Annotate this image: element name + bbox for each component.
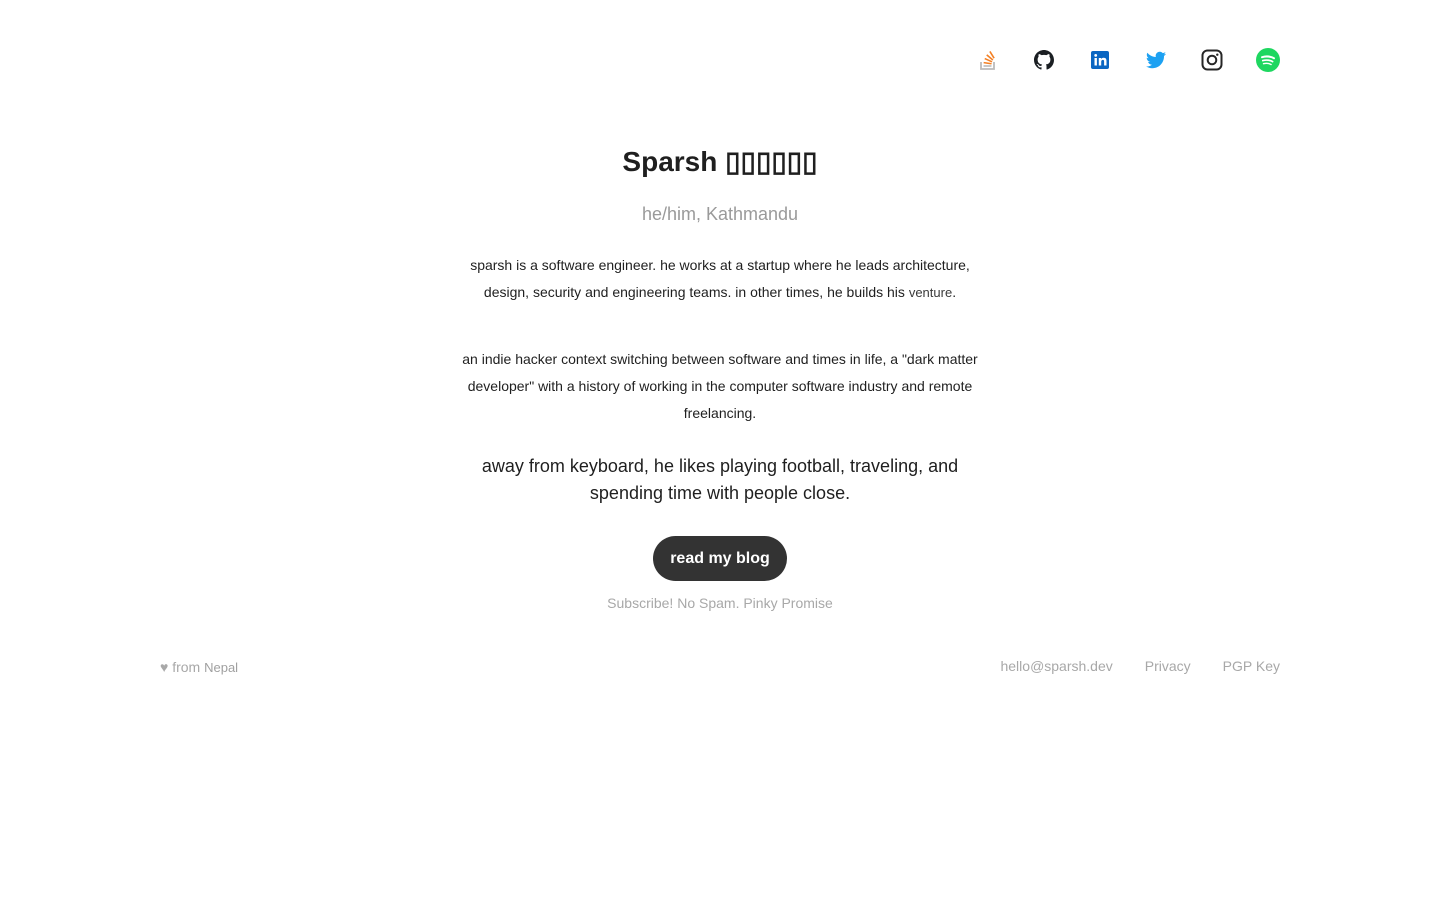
bio-paragraph-2: an indie hacker context switching betwee… (462, 351, 978, 421)
github-link[interactable] (1032, 48, 1056, 72)
page-title: Sparsh ▯▯▯▯▯▯ (622, 146, 818, 177)
from-label: from (168, 659, 205, 675)
pronouns-location: he/him, Kathmandu (641, 204, 799, 224)
footer-links: hello@sparsh.dev Privacy PGP Key (1000, 658, 1280, 674)
afk-paragraph: away from keyboard, he likes playing foo… (481, 456, 959, 503)
instagram-link[interactable] (1200, 48, 1224, 72)
spotify-icon (1256, 48, 1280, 72)
twitter-link[interactable] (1144, 48, 1168, 72)
bio-text-1: sparsh is a software engineer. he works … (470, 257, 970, 300)
nepal-link[interactable]: Nepal (204, 660, 238, 675)
github-icon (1034, 50, 1054, 70)
pgp-key-link[interactable]: PGP Key (1223, 658, 1280, 674)
venture-link[interactable]: venture (909, 285, 952, 300)
twitter-icon (1146, 51, 1166, 69)
linkedin-link[interactable] (1088, 48, 1112, 72)
spotify-link[interactable] (1256, 48, 1280, 72)
privacy-link[interactable]: Privacy (1145, 658, 1191, 674)
social-links-bar (976, 48, 1280, 72)
subscribe-link[interactable]: Subscribe! No Spam. Pinky Promise (0, 595, 1440, 611)
read-blog-button[interactable]: read my blog (653, 536, 787, 581)
main-content: Sparsh ▯▯▯▯▯▯ he/him, Kathmandu sparsh i… (0, 140, 1440, 611)
bio-period: . (952, 284, 957, 300)
bio-paragraph-1: sparsh is a software engineer. he works … (460, 252, 980, 306)
page: Sparsh ▯▯▯▯▯▯ he/him, Kathmandu sparsh i… (0, 0, 1440, 900)
footer-origin: ♥ from Nepal (160, 659, 238, 675)
email-link[interactable]: hello@sparsh.dev (1000, 658, 1112, 674)
stackoverflow-link[interactable] (976, 48, 1000, 72)
linkedin-icon (1091, 51, 1109, 69)
instagram-icon (1201, 49, 1223, 71)
stackoverflow-icon (980, 50, 995, 70)
